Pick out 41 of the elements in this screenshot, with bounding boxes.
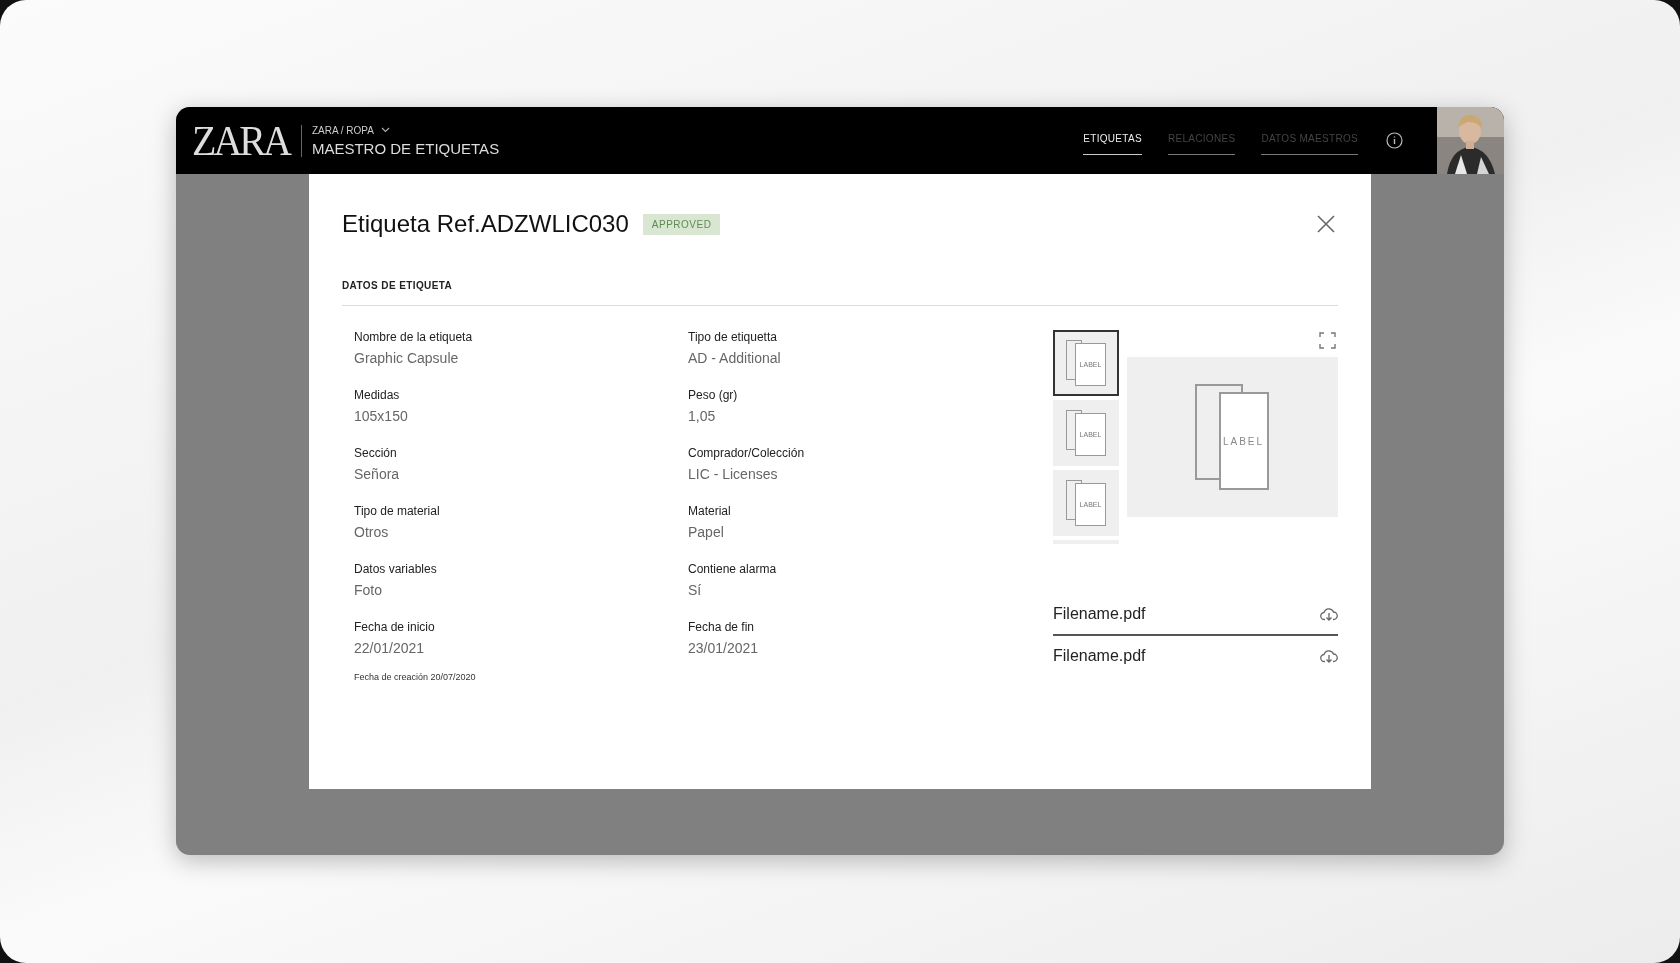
app-title: MAESTRO DE ETIQUETAS <box>311 139 500 157</box>
info-icon[interactable] <box>1386 132 1403 149</box>
field-label: Tipo de etiquetta <box>688 330 778 344</box>
dialog-title: Etiqueta Ref.ADZWLIC030 <box>342 210 629 238</box>
creation-date: Fecha de creación 20/07/2020 <box>354 672 477 682</box>
file-name[interactable]: Filename.pdf <box>1053 647 1146 665</box>
cloud-download-icon[interactable] <box>1320 607 1338 621</box>
section-heading: DATOS DE ETIQUETA <box>342 280 454 291</box>
field-value: Foto <box>354 582 383 598</box>
logo: ZARA <box>192 115 289 166</box>
field-value: Sí <box>688 582 703 598</box>
fullscreen-icon[interactable] <box>1319 332 1336 349</box>
field-label: Fecha de inicio <box>354 620 436 634</box>
close-icon[interactable] <box>1316 214 1336 234</box>
file-name[interactable]: Filename.pdf <box>1053 605 1146 623</box>
field-value: AD - Additional <box>688 350 782 366</box>
field-label: Medidas <box>354 388 401 402</box>
field-value: Graphic Capsule <box>354 350 460 366</box>
field-label: Contiene alarma <box>688 562 778 576</box>
nav-tab[interactable]: ETIQUETAS <box>1083 126 1142 155</box>
field-value: Señora <box>354 466 401 482</box>
field-value: 105x150 <box>354 408 409 424</box>
breadcrumb-dropdown[interactable]: ZARA / ROPA <box>311 124 500 136</box>
status-badge: APPROVED <box>642 213 721 235</box>
cloud-download-icon[interactable] <box>1320 649 1338 663</box>
field-value: 23/01/2021 <box>688 640 760 656</box>
tag-label-text: LABEL <box>1222 435 1265 447</box>
field-label: Material <box>688 504 732 518</box>
field-label: Comprador/Colección <box>688 446 806 460</box>
chevron-down-icon <box>380 127 390 133</box>
field-value: LIC - Licenses <box>688 466 779 482</box>
field-value: 22/01/2021 <box>354 640 426 656</box>
field-value: 1,05 <box>688 408 717 424</box>
field-label: Sección <box>354 446 398 460</box>
field-label: Peso (gr) <box>688 388 739 402</box>
field-label: Datos variables <box>354 562 438 576</box>
field-value: Otros <box>354 524 390 540</box>
field-label: Nombre de la etiqueta <box>354 330 474 344</box>
field-label: Tipo de material <box>354 504 441 518</box>
field-label: Fecha de fin <box>688 620 756 634</box>
field-value: Papel <box>688 524 725 540</box>
